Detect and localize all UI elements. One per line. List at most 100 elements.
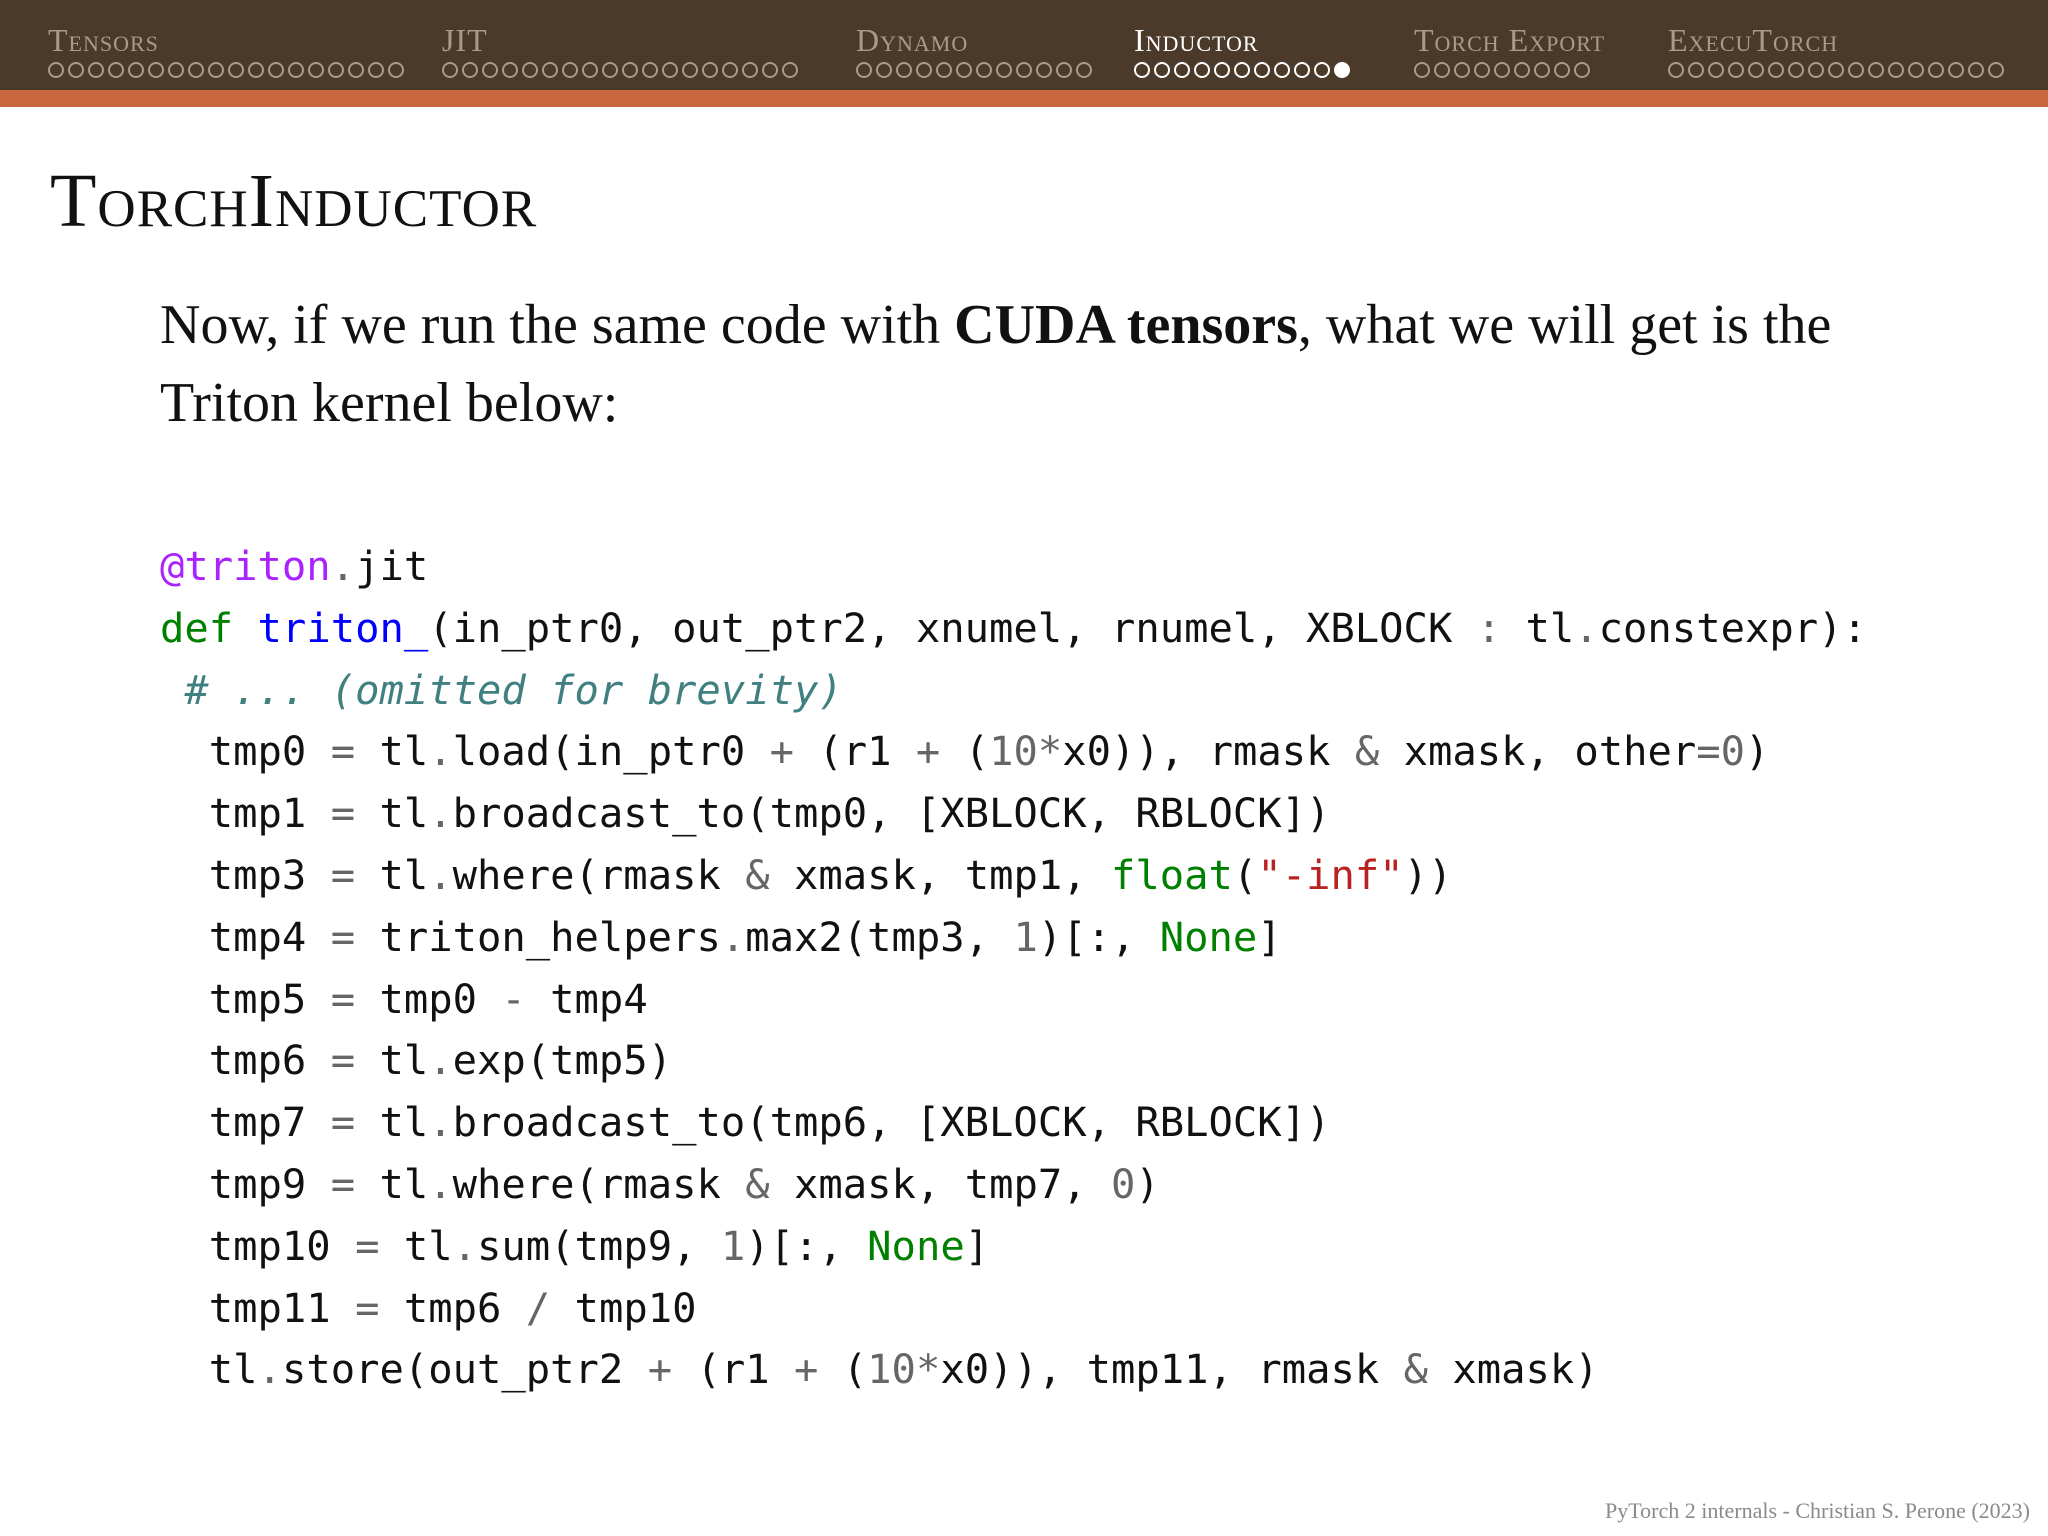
nav-dot[interactable] <box>248 62 264 78</box>
nav-dot[interactable] <box>1828 62 1844 78</box>
nav-dot[interactable] <box>482 62 498 78</box>
nav-dot[interactable] <box>1768 62 1784 78</box>
nav-dot[interactable] <box>1076 62 1092 78</box>
nav-dot[interactable] <box>88 62 104 78</box>
nav-dot[interactable] <box>68 62 84 78</box>
nav-dot[interactable] <box>1274 62 1290 78</box>
nav-dot[interactable] <box>602 62 618 78</box>
nav-dot[interactable] <box>268 62 284 78</box>
nav-dot[interactable] <box>1888 62 1904 78</box>
nav-dot[interactable] <box>722 62 738 78</box>
nav-dot[interactable] <box>1214 62 1230 78</box>
nav-dot[interactable] <box>502 62 518 78</box>
nav-dot[interactable] <box>1868 62 1884 78</box>
nav-dot[interactable] <box>188 62 204 78</box>
nav-dot[interactable] <box>956 62 972 78</box>
nav-dot[interactable] <box>48 62 64 78</box>
nav-dot[interactable] <box>1056 62 1072 78</box>
nav-dot[interactable] <box>148 62 164 78</box>
nav-dot[interactable] <box>1534 62 1550 78</box>
nav-dot[interactable] <box>1234 62 1250 78</box>
nav-dot[interactable] <box>1808 62 1824 78</box>
nav-dot[interactable] <box>702 62 718 78</box>
nav-dot[interactable] <box>1848 62 1864 78</box>
nav-dot[interactable] <box>168 62 184 78</box>
nav-section-label[interactable]: ExecuTorch <box>1668 22 1838 58</box>
nav-dot[interactable] <box>208 62 224 78</box>
nav-dot[interactable] <box>1968 62 1984 78</box>
nav-dot[interactable] <box>622 62 638 78</box>
nav-dot[interactable] <box>1688 62 1704 78</box>
nav-dot-current[interactable] <box>1334 62 1350 78</box>
nav-section-label[interactable]: Dynamo <box>856 22 968 58</box>
nav-dot[interactable] <box>1668 62 1684 78</box>
nav-dot[interactable] <box>1314 62 1330 78</box>
nav-dot[interactable] <box>1928 62 1944 78</box>
nav-section-jit[interactable]: JIT <box>442 0 842 90</box>
nav-dot[interactable] <box>542 62 558 78</box>
nav-dot[interactable] <box>1454 62 1470 78</box>
nav-dot[interactable] <box>1908 62 1924 78</box>
nav-dot[interactable] <box>1554 62 1570 78</box>
nav-dot[interactable] <box>522 62 538 78</box>
nav-dot[interactable] <box>876 62 892 78</box>
nav-dot[interactable] <box>462 62 478 78</box>
nav-dot[interactable] <box>1948 62 1964 78</box>
nav-section-label[interactable]: Tensors <box>48 22 159 58</box>
nav-dot[interactable] <box>996 62 1012 78</box>
nav-dot[interactable] <box>1574 62 1590 78</box>
nav-section-inductor[interactable]: Inductor <box>1134 0 1404 90</box>
nav-section-torch-export[interactable]: Torch Export <box>1414 0 1654 90</box>
nav-section-executorch[interactable]: ExecuTorch <box>1668 0 2048 90</box>
nav-section-label[interactable]: Torch Export <box>1414 22 1605 58</box>
nav-dot[interactable] <box>1474 62 1490 78</box>
nav-dot[interactable] <box>108 62 124 78</box>
nav-dot[interactable] <box>1254 62 1270 78</box>
nav-dot[interactable] <box>328 62 344 78</box>
nav-dot[interactable] <box>1988 62 2004 78</box>
nav-dot[interactable] <box>388 62 404 78</box>
nav-dot[interactable] <box>1728 62 1744 78</box>
nav-dot[interactable] <box>742 62 758 78</box>
nav-dot[interactable] <box>308 62 324 78</box>
nav-section-dynamo[interactable]: Dynamo <box>856 0 1126 90</box>
nav-dot[interactable] <box>1414 62 1430 78</box>
nav-dot[interactable] <box>562 62 578 78</box>
nav-dot[interactable] <box>1748 62 1764 78</box>
nav-dot[interactable] <box>1036 62 1052 78</box>
nav-section-label[interactable]: Inductor <box>1134 22 1259 58</box>
nav-dot[interactable] <box>682 62 698 78</box>
nav-dot[interactable] <box>582 62 598 78</box>
nav-dot[interactable] <box>288 62 304 78</box>
nav-dot[interactable] <box>442 62 458 78</box>
nav-dot[interactable] <box>1514 62 1530 78</box>
nav-dot[interactable] <box>916 62 932 78</box>
nav-section-label[interactable]: JIT <box>442 22 488 58</box>
nav-dot[interactable] <box>228 62 244 78</box>
nav-dot[interactable] <box>1174 62 1190 78</box>
nav-dot[interactable] <box>936 62 952 78</box>
nav-dot[interactable] <box>1294 62 1310 78</box>
nav-dot[interactable] <box>642 62 658 78</box>
nav-dot[interactable] <box>896 62 912 78</box>
nav-section-tensors[interactable]: Tensors <box>48 0 428 90</box>
nav-dot[interactable] <box>662 62 678 78</box>
nav-dot[interactable] <box>1154 62 1170 78</box>
nav-dot[interactable] <box>1494 62 1510 78</box>
nav-dot[interactable] <box>1788 62 1804 78</box>
nav-dot[interactable] <box>856 62 872 78</box>
code-line: tmp7 = tl.broadcast_to(tmp6, [XBLOCK, RB… <box>160 1092 1867 1154</box>
code-token: where(rmask <box>452 1159 746 1208</box>
nav-dot[interactable] <box>348 62 364 78</box>
nav-dot[interactable] <box>762 62 778 78</box>
nav-dot[interactable] <box>1134 62 1150 78</box>
nav-dot[interactable] <box>1016 62 1032 78</box>
nav-dot[interactable] <box>1434 62 1450 78</box>
nav-dot[interactable] <box>1708 62 1724 78</box>
nav-dot[interactable] <box>782 62 798 78</box>
nav-dot[interactable] <box>128 62 144 78</box>
nav-dot[interactable] <box>368 62 384 78</box>
nav-dot[interactable] <box>976 62 992 78</box>
nav-dot[interactable] <box>1194 62 1210 78</box>
